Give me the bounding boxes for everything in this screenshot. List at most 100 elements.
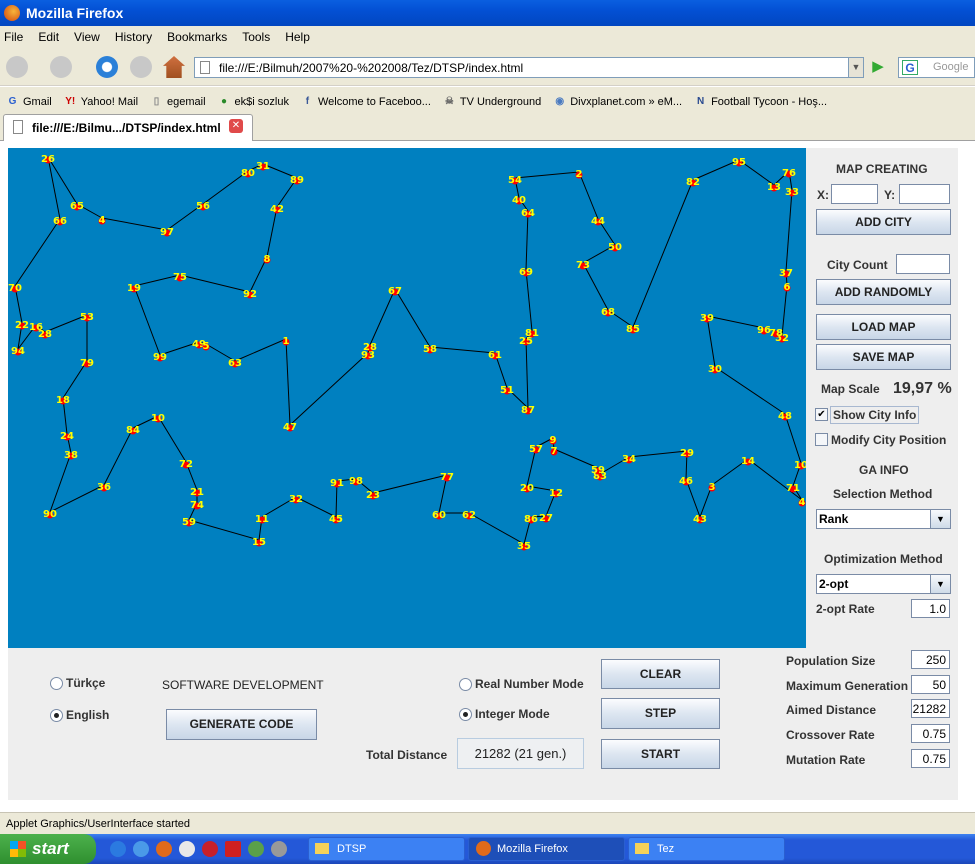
city-label: 64	[521, 208, 535, 219]
tab-title: file:///E:/Bilmu.../DTSP/index.html	[32, 121, 221, 135]
tour-edge	[525, 210, 529, 271]
tsp-map-canvas[interactable]: 26 65 4 97 56 80 31 89 42 8 92 75 19 99 49 5 63 1 47 93 28 67…	[8, 148, 806, 648]
chevron-down-icon[interactable]: ▼	[930, 575, 950, 593]
real-number-mode-radio[interactable]	[459, 678, 472, 691]
x-input[interactable]	[831, 184, 878, 204]
bookmark-item[interactable]: f Welcome to Faceboo...	[301, 92, 431, 111]
tour-edge	[714, 366, 786, 415]
bookmark-item[interactable]: ☠ TV Underground	[443, 92, 541, 111]
city-label: 68	[601, 307, 615, 318]
add-randomly-button[interactable]: ADD RANDOMLY	[816, 279, 951, 305]
reload-icon[interactable]	[96, 56, 118, 78]
app-icon[interactable]	[225, 841, 241, 857]
city-label: 40	[512, 195, 526, 206]
city-label: 23	[366, 490, 380, 501]
city-label: 71	[786, 483, 800, 494]
city-label: 75	[173, 272, 187, 283]
tour-edge	[103, 427, 134, 486]
city-label: 69	[519, 267, 533, 278]
city-label: 47	[283, 422, 297, 433]
param-input[interactable]: 21282	[911, 699, 950, 718]
param-input[interactable]: 0.75	[911, 724, 950, 743]
y-input[interactable]	[899, 184, 950, 204]
city-count-input[interactable]	[896, 254, 950, 274]
bookmark-item[interactable]: Y! Yahoo! Mail	[64, 92, 138, 111]
city-label: 61	[488, 350, 502, 361]
tour-edge	[632, 179, 694, 328]
city-label: 89	[290, 175, 304, 186]
bookmark-item[interactable]: ◉ Divxplanet.com » eM...	[553, 92, 682, 111]
url-input[interactable]: file:///E:/Bilmuh/2007%20-%202008/Tez/DT…	[194, 57, 864, 78]
page-icon	[13, 120, 23, 134]
city-label: 86	[524, 514, 538, 525]
menu-tools[interactable]: Tools	[242, 30, 270, 48]
param-label: Population Size	[786, 654, 876, 668]
app-icon[interactable]	[202, 841, 218, 857]
go-icon[interactable]: ▶	[866, 57, 890, 78]
load-map-button[interactable]: LOAD MAP	[816, 314, 951, 340]
chevron-down-icon[interactable]: ▼	[930, 510, 950, 528]
close-tab-icon[interactable]: ✕	[229, 119, 243, 133]
optimization-method-select[interactable]: 2-opt ▼	[816, 574, 951, 594]
menu-edit[interactable]: Edit	[38, 30, 59, 48]
tour-edge	[369, 288, 396, 346]
modify-city-position-checkbox[interactable]	[815, 433, 828, 446]
bookmark-item[interactable]: ▯ egemail	[150, 92, 206, 111]
param-input[interactable]: 0.75	[911, 749, 950, 768]
step-button[interactable]: STEP	[601, 698, 720, 729]
menu-history[interactable]: History	[115, 30, 152, 48]
bookmark-label: ek$i sozluk	[234, 95, 289, 108]
generate-code-button[interactable]: GENERATE CODE	[166, 709, 317, 740]
show-city-info-label[interactable]: Show City Info	[830, 406, 920, 424]
app-icon[interactable]	[271, 841, 287, 857]
bookmark-label: Welcome to Faceboo...	[317, 95, 431, 108]
turkish-radio[interactable]	[50, 677, 63, 690]
menu-help[interactable]: Help	[285, 30, 310, 48]
show-city-info-checkbox[interactable]: ✔	[815, 408, 828, 421]
city-label: 58	[423, 344, 437, 355]
save-map-button[interactable]: SAVE MAP	[816, 344, 951, 370]
city-label: 60	[432, 510, 446, 521]
city-label: 92	[243, 289, 257, 300]
menu-bookmarks[interactable]: Bookmarks	[167, 30, 227, 48]
messenger-icon[interactable]	[248, 841, 264, 857]
selection-method-select[interactable]: Rank ▼	[816, 509, 951, 529]
forward-icon[interactable]	[50, 56, 72, 78]
google-icon[interactable]: G	[902, 60, 918, 75]
opt-rate-input[interactable]: 1.0	[911, 599, 950, 618]
city-label: 56	[196, 201, 210, 212]
bookmark-label: egemail	[167, 95, 206, 108]
skull-icon: ☠	[444, 96, 454, 107]
ie-icon[interactable]	[110, 841, 126, 857]
param-input[interactable]: 250	[911, 650, 950, 669]
task-firefox[interactable]: Mozilla Firefox	[468, 837, 625, 861]
menu-file[interactable]: File	[4, 30, 23, 48]
window-title: Mozilla Firefox	[26, 5, 124, 21]
menu-view[interactable]: View	[74, 30, 100, 48]
stop-icon[interactable]	[130, 56, 152, 78]
param-input[interactable]: 50	[911, 675, 950, 694]
back-icon[interactable]	[6, 56, 28, 78]
real-number-mode-label: Real Number Mode	[475, 677, 584, 691]
clear-button[interactable]: CLEAR	[601, 659, 720, 689]
task-tez[interactable]: Tez	[628, 837, 785, 861]
add-city-button[interactable]: ADD CITY	[816, 209, 951, 235]
bookmark-item[interactable]: N Football Tycoon - Hoş...	[694, 92, 827, 111]
status-bar: Applet Graphics/UserInterface started	[0, 812, 975, 834]
english-radio[interactable]	[50, 709, 63, 722]
facebook-icon: f	[305, 96, 310, 107]
optimization-method-label: Optimization Method	[824, 552, 943, 566]
integer-mode-radio[interactable]	[459, 708, 472, 721]
outlook-icon[interactable]	[133, 841, 149, 857]
tab-active[interactable]: file:///E:/Bilmu.../DTSP/index.html	[3, 114, 253, 141]
media-player-icon[interactable]	[179, 841, 195, 857]
url-dropdown-button[interactable]: ▼	[848, 57, 864, 78]
firefox-icon[interactable]	[156, 841, 172, 857]
start-button[interactable]: START	[601, 739, 720, 769]
task-dtsp[interactable]: DTSP	[308, 837, 465, 861]
city-label: 81	[525, 328, 539, 339]
firefox-icon	[476, 841, 491, 856]
modify-city-position-label[interactable]: Modify City Position	[831, 433, 946, 447]
bookmark-item[interactable]: ● ek$i sozluk	[218, 92, 289, 111]
bookmark-item[interactable]: G Gmail	[6, 92, 52, 111]
